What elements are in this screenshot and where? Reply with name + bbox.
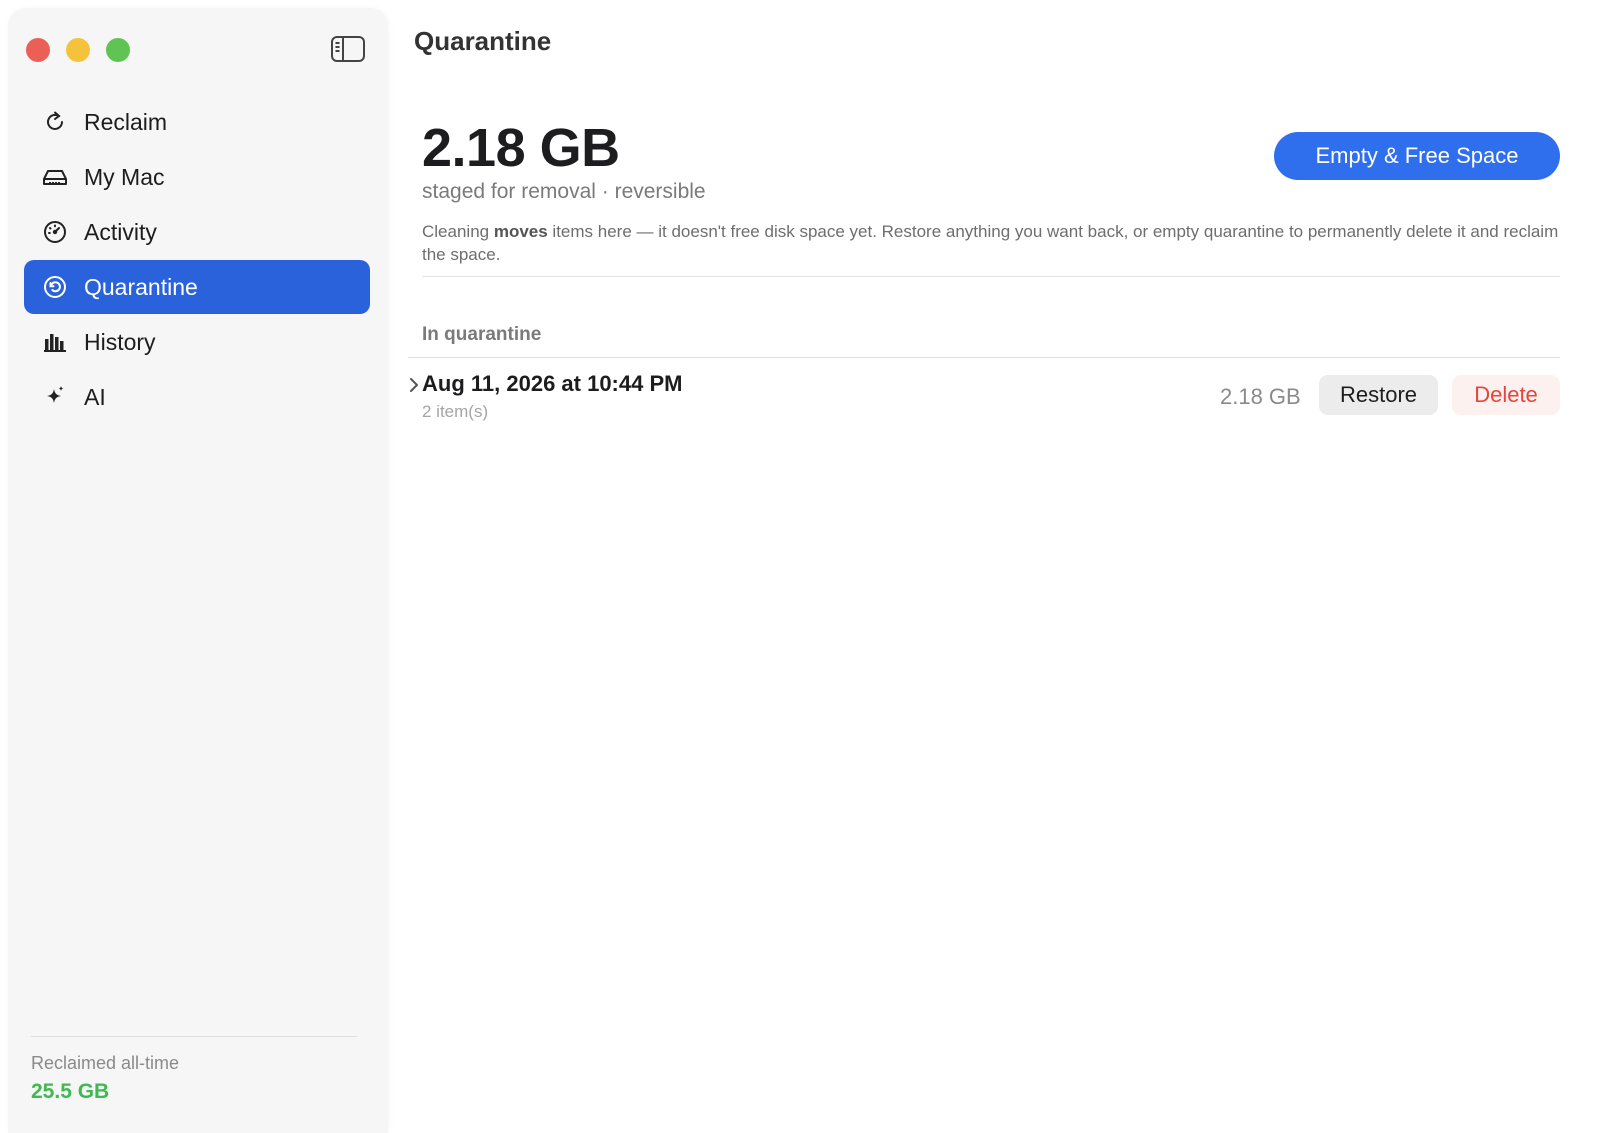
page-title: Quarantine	[414, 26, 552, 56]
app-window: Reclaim My Mac Activity Quarantine Histo…	[0, 0, 1600, 1133]
sidebar-item-history[interactable]: History	[24, 315, 370, 369]
divider	[422, 276, 1560, 277]
sidebar-item-label: My Mac	[84, 163, 165, 190]
empty-free-space-button[interactable]: Empty & Free Space	[1274, 132, 1560, 180]
sidebar-item-reclaim[interactable]: Reclaim	[24, 95, 370, 149]
zoom-window-button[interactable]	[106, 38, 130, 62]
section-label: In quarantine	[422, 324, 542, 345]
sidebar-item-label: AI	[84, 383, 106, 410]
gauge-icon	[40, 217, 70, 247]
sidebar-item-my-mac[interactable]: My Mac	[24, 150, 370, 204]
main-content: Quarantine 2.18 GB staged for removal · …	[408, 0, 1600, 1133]
sidebar: Reclaim My Mac Activity Quarantine Histo…	[8, 8, 388, 1133]
quarantine-subtitle: staged for removal · reversible	[422, 180, 706, 203]
sidebar-toggle-icon[interactable]	[330, 34, 366, 64]
quarantine-entry-row[interactable]: Aug 11, 2026 at 10:44 PM 2 item(s) 2.18 …	[408, 365, 1560, 429]
sparkle-icon	[40, 382, 70, 412]
delete-button[interactable]: Delete	[1452, 375, 1560, 415]
sidebar-item-label: History	[84, 328, 156, 355]
sidebar-item-label: Activity	[84, 218, 157, 245]
quarantine-total-size: 2.18 GB	[422, 118, 620, 178]
reclaimed-all-time-value: 25.5 GB	[31, 1080, 110, 1103]
restore-button[interactable]: Restore	[1319, 375, 1438, 415]
sidebar-item-ai[interactable]: AI	[24, 370, 370, 424]
entry-date: Aug 11, 2026 at 10:44 PM	[422, 371, 683, 396]
quarantine-description: Cleaning moves items here — it doesn't f…	[422, 220, 1562, 266]
sidebar-nav: Reclaim My Mac Activity Quarantine Histo…	[24, 95, 370, 425]
entry-item-count: 2 item(s)	[422, 402, 489, 421]
minimize-window-button[interactable]	[66, 38, 90, 62]
reclaimed-all-time-label: Reclaimed all-time	[31, 1053, 180, 1073]
drive-icon	[40, 162, 70, 192]
description-bold: moves	[493, 222, 548, 241]
chevron-right-icon[interactable]	[408, 375, 420, 395]
description-text: items here — it doesn't free disk space …	[422, 222, 1559, 264]
sidebar-footer: Reclaimed all-time 25.5 GB	[31, 1036, 357, 1104]
sidebar-item-quarantine[interactable]: Quarantine	[24, 260, 370, 314]
divider	[408, 357, 1560, 358]
sidebar-item-label: Quarantine	[84, 273, 198, 300]
entry-size: 2.18 GB	[1220, 384, 1301, 409]
sidebar-item-activity[interactable]: Activity	[24, 205, 370, 259]
bar-chart-icon	[40, 327, 70, 357]
description-text: Cleaning	[422, 222, 494, 241]
restore-clock-icon	[40, 272, 70, 302]
refresh-icon	[40, 107, 70, 137]
sidebar-item-label: Reclaim	[84, 108, 168, 135]
close-window-button[interactable]	[26, 38, 50, 62]
